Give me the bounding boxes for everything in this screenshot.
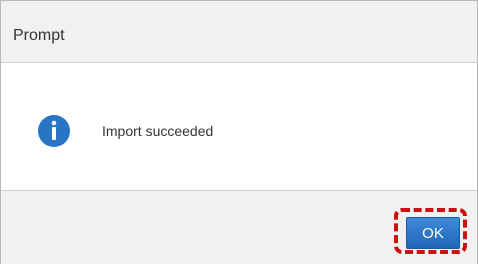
dialog-body: Import succeeded [1,63,477,190]
dialog-title: Prompt [13,27,65,44]
ok-button[interactable]: OK [406,217,460,249]
info-icon [37,114,71,148]
dialog-message: Import succeeded [102,123,214,139]
prompt-dialog: Prompt Import succeeded OK [0,0,478,264]
dialog-title-bar: Prompt [1,1,477,63]
dialog-footer: OK [1,190,477,264]
